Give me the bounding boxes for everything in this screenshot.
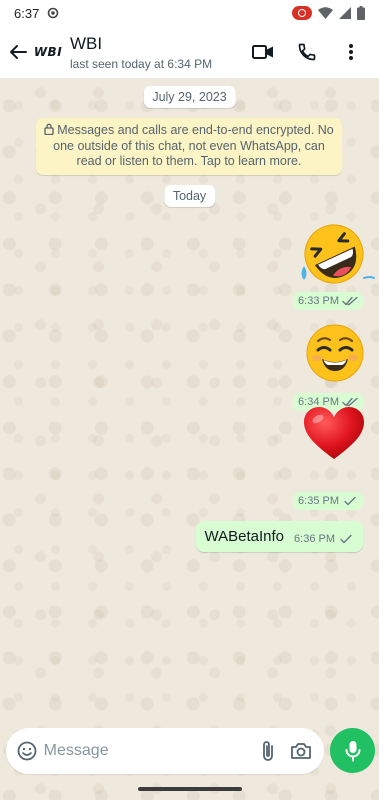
chat-header: WBI WBI last seen today at 6:34 PM: [0, 26, 379, 78]
screen-record-icon: [292, 6, 312, 20]
signal-icon: [339, 7, 351, 19]
more-vert-icon: [349, 44, 353, 60]
paperclip-icon: [262, 741, 273, 761]
message-text: WABetaInfo: [204, 528, 285, 545]
avatar-logo: WBI: [33, 45, 63, 59]
contact-info[interactable]: WBI last seen today at 6:34 PM: [70, 34, 241, 71]
message-time-text: 6:35 PM: [298, 495, 339, 507]
emoji-icon: [17, 741, 37, 761]
contact-name: WBI: [70, 33, 103, 53]
voice-message-button[interactable]: [330, 728, 375, 773]
outgoing-message-bubble[interactable]: WABetaInfo 6:36 PM: [195, 521, 363, 552]
voice-call-button[interactable]: [285, 30, 329, 74]
double-check-icon: [342, 296, 358, 306]
camera-button[interactable]: [284, 731, 318, 771]
smiling-sticker[interactable]: [305, 323, 365, 383]
settings-status-icon: [48, 7, 59, 19]
arrow-back-icon: [10, 45, 27, 59]
encryption-notice[interactable]: Messages and calls are end-to-end encryp…: [36, 118, 342, 175]
message-time-text: 6:36 PM: [294, 533, 335, 545]
battery-icon: [357, 6, 365, 20]
heart-sticker[interactable]: [302, 405, 366, 461]
camera-icon: [291, 743, 312, 759]
status-bar: 6:37: [0, 0, 379, 26]
message-input[interactable]: [43, 742, 251, 760]
wifi-icon: [318, 7, 333, 19]
status-time: 6:37: [14, 5, 40, 21]
laughing-sticker[interactable]: [296, 220, 376, 288]
encryption-notice-text: Messages and calls are end-to-end encryp…: [53, 123, 334, 168]
attach-button[interactable]: [251, 731, 285, 771]
last-seen-status: last seen today at 6:34 PM: [70, 56, 213, 71]
back-button[interactable]: [4, 32, 32, 72]
message-time: 6:35 PM: [293, 492, 363, 510]
avatar[interactable]: WBI: [32, 40, 64, 64]
date-chip: July 29, 2023: [143, 86, 236, 108]
message-time: 6:33 PM: [293, 292, 363, 310]
video-call-button[interactable]: [241, 30, 285, 74]
more-options-button[interactable]: [329, 30, 373, 74]
phone-icon: [298, 43, 316, 61]
microphone-icon: [345, 740, 360, 761]
lock-icon: [44, 123, 54, 135]
check-icon: [340, 534, 352, 544]
message-composer: [6, 728, 324, 774]
gesture-nav-handle[interactable]: [138, 787, 242, 791]
message-time-text: 6:33 PM: [298, 295, 339, 307]
video-camera-icon: [252, 45, 273, 59]
today-chip: Today: [163, 185, 216, 207]
emoji-button[interactable]: [10, 731, 44, 771]
check-icon: [344, 496, 356, 506]
